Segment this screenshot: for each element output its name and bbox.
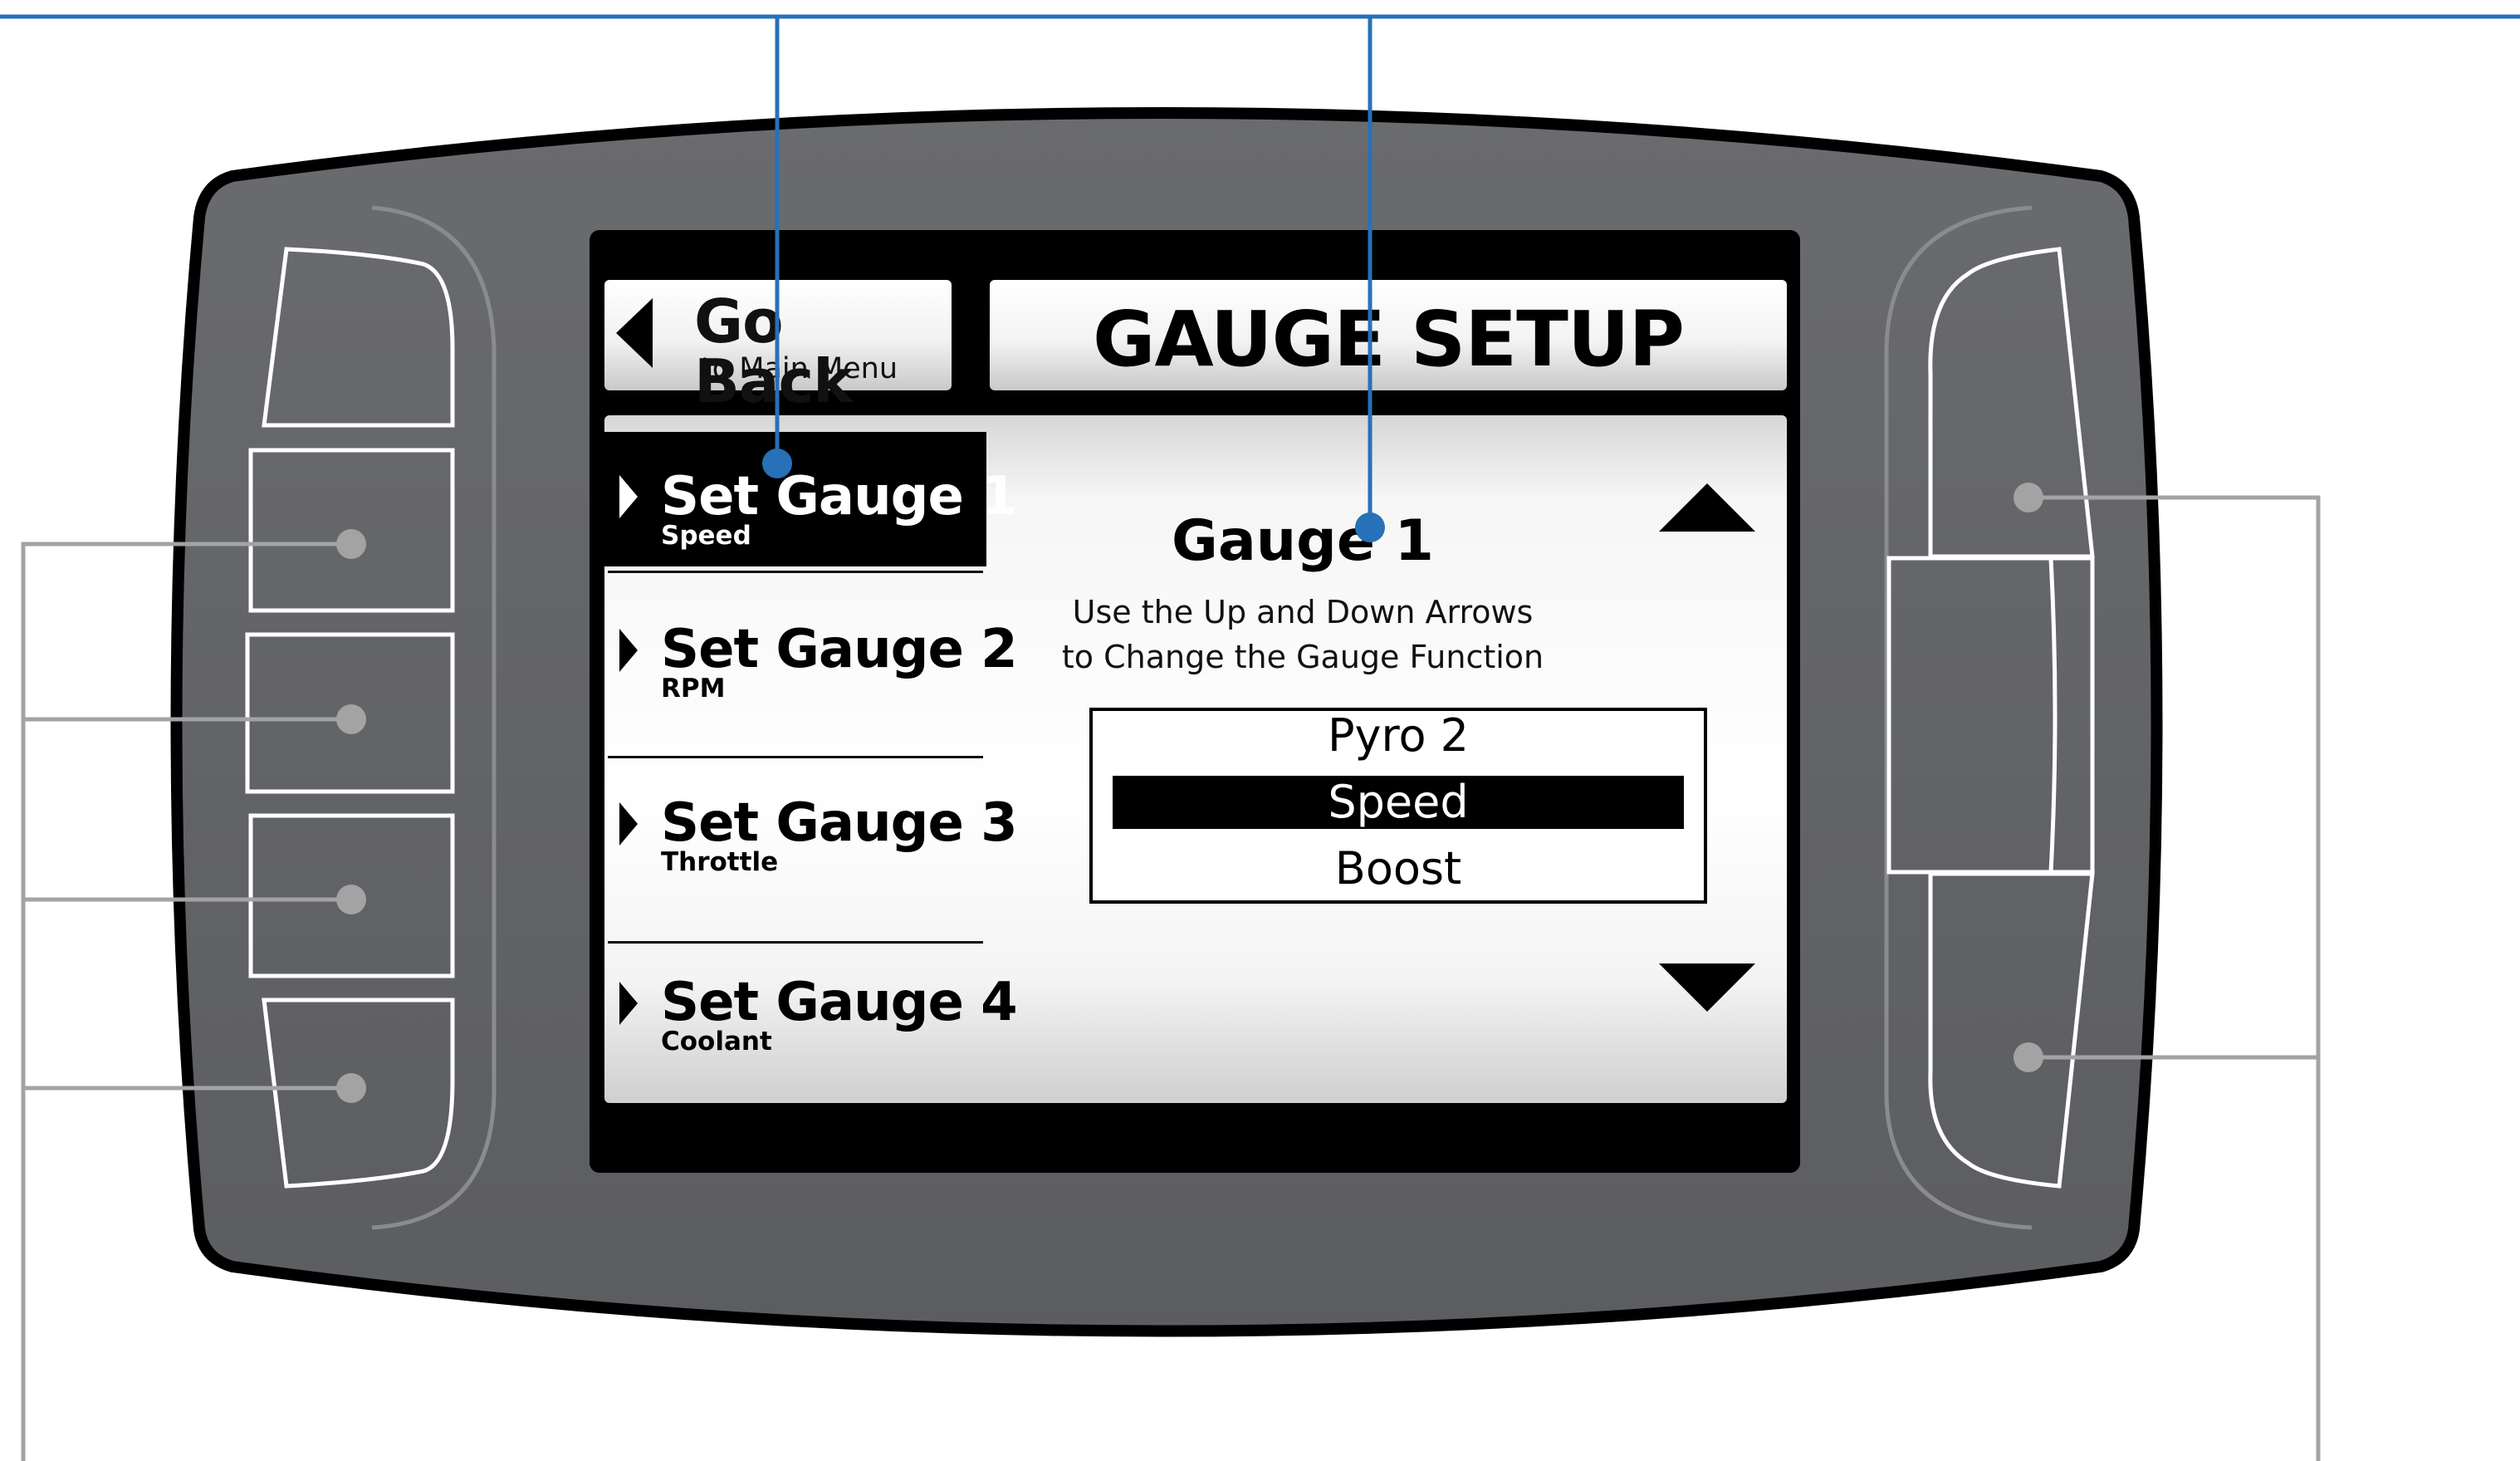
gauge-function-list[interactable]: Pyro 2 Speed Boost bbox=[1089, 708, 1707, 904]
instruction-line-1: Use the Up and Down Arrows bbox=[1072, 594, 1534, 630]
go-back-button[interactable]: Go Back to Main Menu bbox=[604, 280, 952, 411]
menu-item-label: Set Gauge 3 bbox=[661, 792, 1018, 854]
menu-item-label: Set Gauge 2 bbox=[661, 619, 1018, 680]
menu-item-label: Set Gauge 4 bbox=[661, 972, 1018, 1033]
instruction-line-2: to Change the Gauge Function bbox=[1061, 639, 1544, 675]
triangle-right-icon bbox=[619, 982, 638, 1025]
go-back-sublabel: to Main Menu bbox=[701, 352, 898, 385]
menu-item-set-gauge-3[interactable]: Set Gauge 3 Throttle bbox=[604, 759, 1018, 939]
menu-item-set-gauge-1[interactable]: Set Gauge 1 Speed bbox=[604, 432, 1018, 566]
menu-item-sublabel: Speed bbox=[661, 521, 751, 551]
menu-divider bbox=[608, 571, 983, 573]
triangle-right-icon bbox=[619, 802, 638, 846]
go-back-label: Go Back bbox=[694, 287, 853, 416]
menu-item-label: Set Gauge 1 bbox=[661, 466, 1018, 527]
menu-item-set-gauge-4[interactable]: Set Gauge 4 Coolant bbox=[604, 944, 1018, 1098]
triangle-right-icon bbox=[619, 475, 638, 518]
gauge-heading: Gauge 1 bbox=[1172, 508, 1434, 574]
triangle-down-icon[interactable] bbox=[1659, 963, 1755, 1012]
function-option-pyro-2[interactable]: Pyro 2 bbox=[1113, 709, 1684, 762]
menu-item-sublabel: Throttle bbox=[661, 847, 779, 877]
menu-item-sublabel: RPM bbox=[661, 674, 726, 704]
page-title: GAUGE SETUP bbox=[1093, 295, 1685, 384]
menu-item-set-gauge-2[interactable]: Set Gauge 2 RPM bbox=[604, 575, 1018, 753]
content-panel: Set Gauge 1 Speed Set Gauge 2 RPM Set Ga… bbox=[604, 415, 1787, 1103]
function-option-speed[interactable]: Speed bbox=[1113, 776, 1684, 829]
gauge-device-illustration: Go Back to Main Menu GAUGE SETUP Set Gau… bbox=[0, 0, 2520, 1461]
triangle-right-icon bbox=[619, 629, 638, 672]
triangle-up-icon[interactable] bbox=[1659, 483, 1755, 532]
menu-divider bbox=[608, 756, 983, 758]
function-option-boost[interactable]: Boost bbox=[1113, 842, 1684, 895]
menu-item-sublabel: Coolant bbox=[661, 1027, 772, 1057]
triangle-left-icon bbox=[616, 298, 653, 368]
title-bar: GAUGE SETUP bbox=[990, 280, 1787, 390]
menu-divider bbox=[608, 941, 983, 944]
